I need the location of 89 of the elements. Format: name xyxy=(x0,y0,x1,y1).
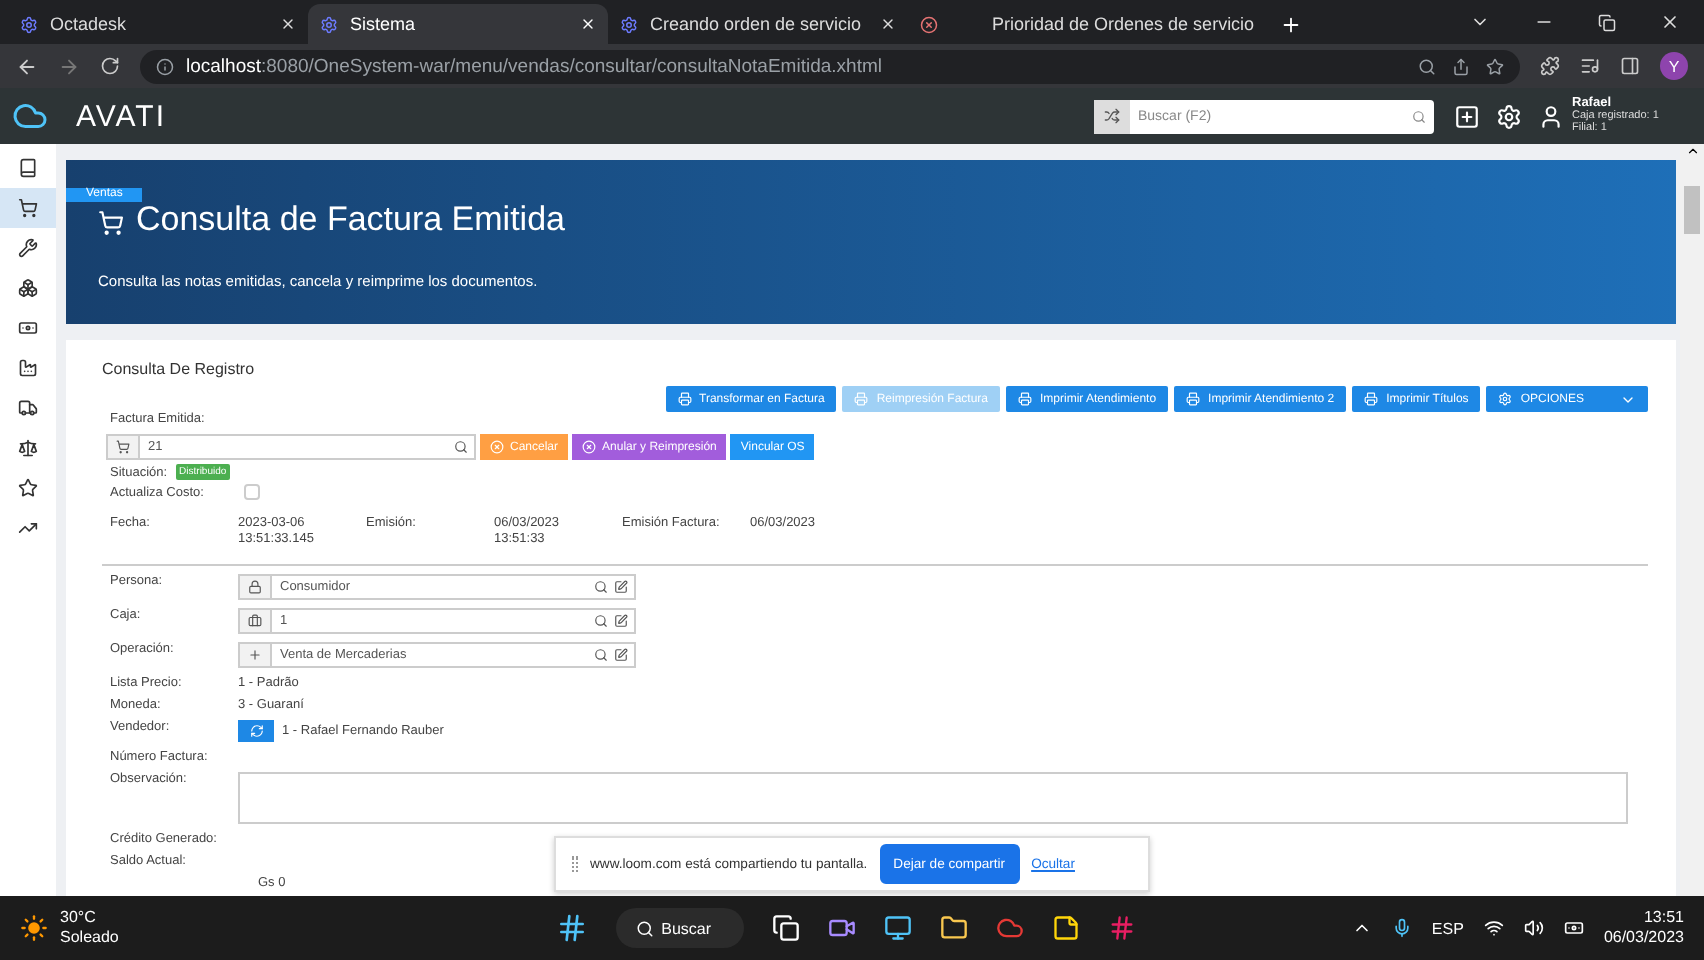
menu-item-icon xyxy=(18,238,38,258)
record-icon xyxy=(920,15,938,33)
observation-field[interactable] xyxy=(238,772,1628,824)
menu-item-icon xyxy=(18,318,38,338)
briefcase-icon xyxy=(248,614,262,628)
refresh-button[interactable] xyxy=(238,720,274,742)
language-indicator[interactable]: ESP xyxy=(1431,919,1464,937)
search-icon xyxy=(1418,57,1436,75)
add-icon xyxy=(1454,103,1480,129)
sidebar-item[interactable] xyxy=(0,188,56,228)
star-icon xyxy=(1486,57,1504,75)
edit-icon xyxy=(614,580,628,594)
printer-icon xyxy=(854,392,869,406)
task-view-icon xyxy=(771,914,800,942)
printer-icon xyxy=(1018,392,1033,406)
menu-item-icon xyxy=(18,278,38,298)
menu-item-icon xyxy=(18,438,38,458)
cancel-icon xyxy=(490,440,504,454)
browser-tab[interactable]: Octadesk xyxy=(8,4,308,44)
menu-item-icon xyxy=(18,398,38,418)
weather-text: Soleado xyxy=(60,928,119,948)
extensions-icon xyxy=(1540,56,1560,76)
printer-icon xyxy=(677,392,692,406)
tab-favicon-icon xyxy=(320,15,338,33)
scrollbar-thumb[interactable] xyxy=(1684,186,1700,234)
close-icon xyxy=(880,16,896,32)
settings-icon xyxy=(1496,103,1522,129)
media-icon xyxy=(1580,56,1600,76)
restore-icon xyxy=(1598,13,1616,31)
page-title: Consulta de Factura Emitida xyxy=(136,200,565,240)
close-icon xyxy=(280,16,296,32)
close-icon xyxy=(1660,12,1680,32)
edit-icon xyxy=(614,614,628,628)
reload-icon xyxy=(100,56,120,76)
search-icon xyxy=(594,614,608,628)
lock-icon xyxy=(248,580,262,594)
browser-tab[interactable]: Prioridad de Ordenes de servicio xyxy=(968,4,1268,44)
share-icon xyxy=(1452,57,1470,75)
notes-icon xyxy=(1051,914,1080,942)
clock-date[interactable]: 06/03/2023 xyxy=(1603,928,1684,948)
menu-item-icon xyxy=(18,158,38,178)
wifi-icon xyxy=(1483,918,1504,938)
printer-icon xyxy=(1364,392,1379,406)
forward-icon xyxy=(58,55,80,77)
address-bar[interactable]: localhost:8080/OneSystem-war/menu/vendas/consultar/consultaNotaEmitida.xhtml xyxy=(140,49,1520,83)
printer-icon xyxy=(1186,392,1201,406)
checkbox[interactable] xyxy=(243,484,260,500)
settings-icon xyxy=(1498,392,1513,406)
side-panel-icon xyxy=(1620,56,1640,76)
plus-icon xyxy=(248,648,262,662)
search-icon xyxy=(635,919,654,937)
drag-handle-icon[interactable] xyxy=(572,856,578,872)
info-icon xyxy=(156,57,174,75)
browser-tab[interactable]: Creando orden de servicio xyxy=(608,4,908,44)
menu-item-icon xyxy=(18,478,38,498)
search-icon xyxy=(594,648,608,662)
cancel-icon xyxy=(582,440,597,454)
refresh-icon xyxy=(249,724,263,738)
cloud-logo-icon xyxy=(12,98,48,134)
cart-icon xyxy=(116,440,130,454)
new-tab-icon xyxy=(1280,14,1302,36)
taskbar-search[interactable]: Buscar xyxy=(615,908,744,948)
close-icon xyxy=(580,16,596,32)
card-title: Consulta De Registro xyxy=(102,360,257,378)
search-icon xyxy=(1412,109,1426,123)
video-icon xyxy=(827,914,856,942)
shuffle-icon xyxy=(1104,108,1120,124)
edit-icon xyxy=(614,648,628,662)
menu-item-icon xyxy=(18,198,38,218)
clock-time[interactable]: 13:51 xyxy=(1643,908,1684,928)
search-icon xyxy=(594,580,608,594)
cart-icon xyxy=(98,210,124,236)
menu-item-icon xyxy=(18,518,38,538)
monitor-icon xyxy=(883,914,912,942)
mic-icon xyxy=(1391,918,1412,938)
profile-avatar[interactable]: Y xyxy=(1660,52,1688,80)
search-icon xyxy=(454,440,468,454)
tab-favicon-icon xyxy=(620,15,638,33)
volume-icon xyxy=(1523,918,1544,938)
browser-tab[interactable]: Sistema xyxy=(308,4,608,44)
temperature: 30°C xyxy=(60,908,98,928)
scroll-up-icon xyxy=(1685,144,1699,158)
tab-favicon-icon xyxy=(20,15,38,33)
menu-item-icon xyxy=(18,358,38,378)
user-icon xyxy=(1538,103,1564,129)
app-logo: AVATI xyxy=(76,99,167,133)
sun-icon xyxy=(20,914,48,942)
folder-icon xyxy=(939,914,968,942)
back-icon xyxy=(16,55,38,77)
